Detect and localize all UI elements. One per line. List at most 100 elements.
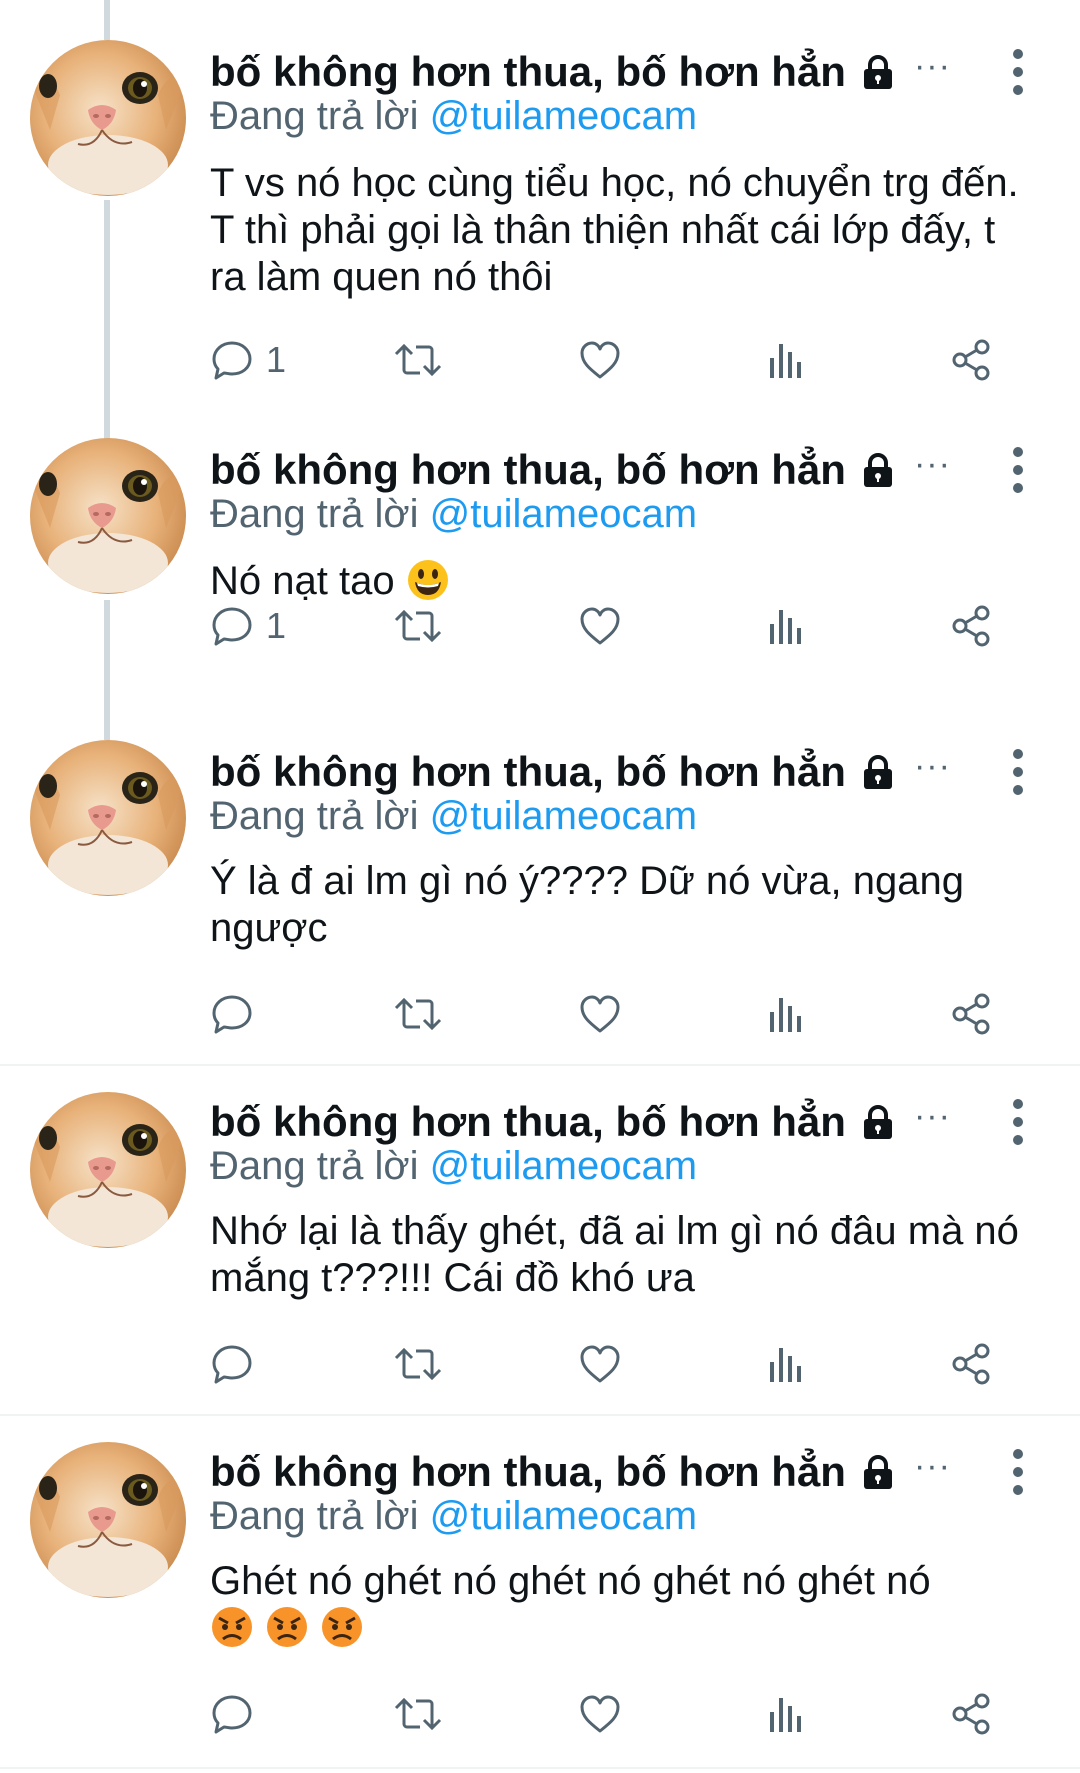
tweet-text: Nhớ lại là thấy ghét, đã ai lm gì nó đâu… <box>210 1208 1030 1302</box>
action-bar: 1 <box>0 330 1080 390</box>
views-icon <box>770 1698 801 1732</box>
handle-overflow: ··· <box>913 1096 951 1135</box>
avatar[interactable] <box>30 1092 186 1248</box>
action-bar <box>0 1684 1080 1744</box>
reply-prefix: Đang trả lời <box>210 94 419 138</box>
share-icon <box>952 993 990 1035</box>
retweet-button[interactable] <box>392 596 444 656</box>
action-bar: 1 <box>0 596 1080 656</box>
share-button[interactable] <box>948 330 994 390</box>
reply-icon <box>212 607 252 646</box>
avatar[interactable] <box>30 438 186 594</box>
views-button[interactable] <box>766 330 806 390</box>
more-vertical-icon[interactable] <box>1000 44 1036 100</box>
more-vertical-icon[interactable] <box>1000 1094 1036 1150</box>
handle-overflow: ··· <box>913 46 951 85</box>
reply-count: 1 <box>266 339 287 380</box>
retweet-icon <box>394 343 442 377</box>
retweet-button[interactable] <box>392 1684 444 1744</box>
author-name[interactable]: bố không hơn thua, bố hơn hẳn <box>210 1098 846 1146</box>
views-icon <box>770 344 801 378</box>
replying-to: Đang trả lời @tuilameocam <box>210 492 697 544</box>
like-button[interactable] <box>578 1334 622 1394</box>
reply-button[interactable]: 1 <box>210 596 286 656</box>
like-icon <box>580 1695 620 1733</box>
mention-link[interactable]: @tuilameocam <box>430 794 697 838</box>
share-button[interactable] <box>948 1334 994 1394</box>
avatar[interactable] <box>30 740 186 896</box>
more-vertical-icon[interactable] <box>1000 1444 1036 1500</box>
author-row: bố không hơn thua, bố hơn hẳn ··· <box>210 442 951 498</box>
views-button[interactable] <box>766 984 806 1044</box>
author-name[interactable]: bố không hơn thua, bố hơn hẳn <box>210 48 846 96</box>
views-icon <box>770 998 801 1032</box>
author-name[interactable]: bố không hơn thua, bố hơn hẳn <box>210 1448 846 1496</box>
lock-icon <box>863 453 892 487</box>
author-name[interactable]: bố không hơn thua, bố hơn hẳn <box>210 446 846 494</box>
replying-to: Đang trả lời @tuilameocam <box>210 1494 697 1546</box>
more-vertical-icon[interactable] <box>1000 442 1036 498</box>
thread-connector <box>104 720 110 740</box>
reply-button[interactable] <box>210 984 266 1044</box>
reply-prefix: Đang trả lời <box>210 492 419 536</box>
retweet-icon <box>394 609 442 643</box>
lock-icon <box>863 1455 892 1489</box>
tweet[interactable]: bố không hơn thua, bố hơn hẳn ··· Đang t… <box>0 720 1080 1064</box>
tweet-text-content: Ý là đ ai lm gì nó ý???? Dữ nó vừa, ngan… <box>210 859 965 950</box>
views-button[interactable] <box>766 1334 806 1394</box>
retweet-button[interactable] <box>392 984 444 1044</box>
author-name[interactable]: bố không hơn thua, bố hơn hẳn <box>210 748 846 796</box>
more-vertical-icon[interactable] <box>1000 744 1036 800</box>
tweet-text: Ghét nó ghét nó ghét nó ghét nó ghét nó <box>210 1558 1030 1652</box>
tweet[interactable]: bố không hơn thua, bố hơn hẳn ··· Đang t… <box>0 0 1080 420</box>
share-icon <box>952 1343 990 1385</box>
reply-icon <box>212 1695 252 1734</box>
replying-to: Đang trả lời @tuilameocam <box>210 1144 697 1196</box>
avatar[interactable] <box>30 40 186 196</box>
reply-button[interactable]: 1 <box>210 330 286 390</box>
tweet-text-content: Nhớ lại là thấy ghét, đã ai lm gì nó đâu… <box>210 1209 1019 1300</box>
tweet[interactable]: bố không hơn thua, bố hơn hẳn ··· Đang t… <box>0 1416 1080 1767</box>
retweet-button[interactable] <box>392 1334 444 1394</box>
like-button[interactable] <box>578 984 622 1044</box>
avatar[interactable] <box>30 1442 186 1598</box>
author-row: bố không hơn thua, bố hơn hẳn ··· <box>210 1444 951 1500</box>
like-icon <box>580 995 620 1033</box>
tweet[interactable]: bố không hơn thua, bố hơn hẳn ··· Đang t… <box>0 420 1080 720</box>
like-button[interactable] <box>578 330 622 390</box>
like-icon <box>580 607 620 645</box>
share-icon <box>952 605 990 647</box>
mention-link[interactable]: @tuilameocam <box>430 492 697 536</box>
retweet-icon <box>394 1347 442 1381</box>
share-button[interactable] <box>948 984 994 1044</box>
divider <box>0 1767 1080 1769</box>
mention-link[interactable]: @tuilameocam <box>430 94 697 138</box>
like-button[interactable] <box>578 1684 622 1744</box>
views-icon <box>770 610 801 644</box>
tweet-text-content: T vs nó học cùng tiểu học, nó chuyển trg… <box>210 161 1019 299</box>
like-button[interactable] <box>578 596 622 656</box>
thread-connector <box>104 420 110 440</box>
tweet[interactable]: bố không hơn thua, bố hơn hẳn ··· Đang t… <box>0 1066 1080 1414</box>
author-row: bố không hơn thua, bố hơn hẳn ··· <box>210 1094 951 1150</box>
views-icon <box>770 1348 801 1382</box>
retweet-icon <box>394 1697 442 1731</box>
lock-icon <box>863 755 892 789</box>
retweet-button[interactable] <box>392 330 444 390</box>
reply-thread: bố không hơn thua, bố hơn hẳn ··· Đang t… <box>0 0 1080 1773</box>
retweet-icon <box>394 997 442 1031</box>
reply-button[interactable] <box>210 1334 266 1394</box>
like-icon <box>580 1345 620 1383</box>
reply-button[interactable] <box>210 1684 266 1744</box>
share-button[interactable] <box>948 596 994 656</box>
views-button[interactable] <box>766 1684 806 1744</box>
views-button[interactable] <box>766 596 806 656</box>
like-icon <box>580 341 620 379</box>
mention-link[interactable]: @tuilameocam <box>430 1494 697 1538</box>
reply-icon <box>212 341 252 380</box>
mention-link[interactable]: @tuilameocam <box>430 1144 697 1188</box>
replying-to: Đang trả lời @tuilameocam <box>210 94 697 146</box>
share-button[interactable] <box>948 1684 994 1744</box>
angry-face-emoji <box>322 1607 363 1647</box>
reply-prefix: Đang trả lời <box>210 794 419 838</box>
